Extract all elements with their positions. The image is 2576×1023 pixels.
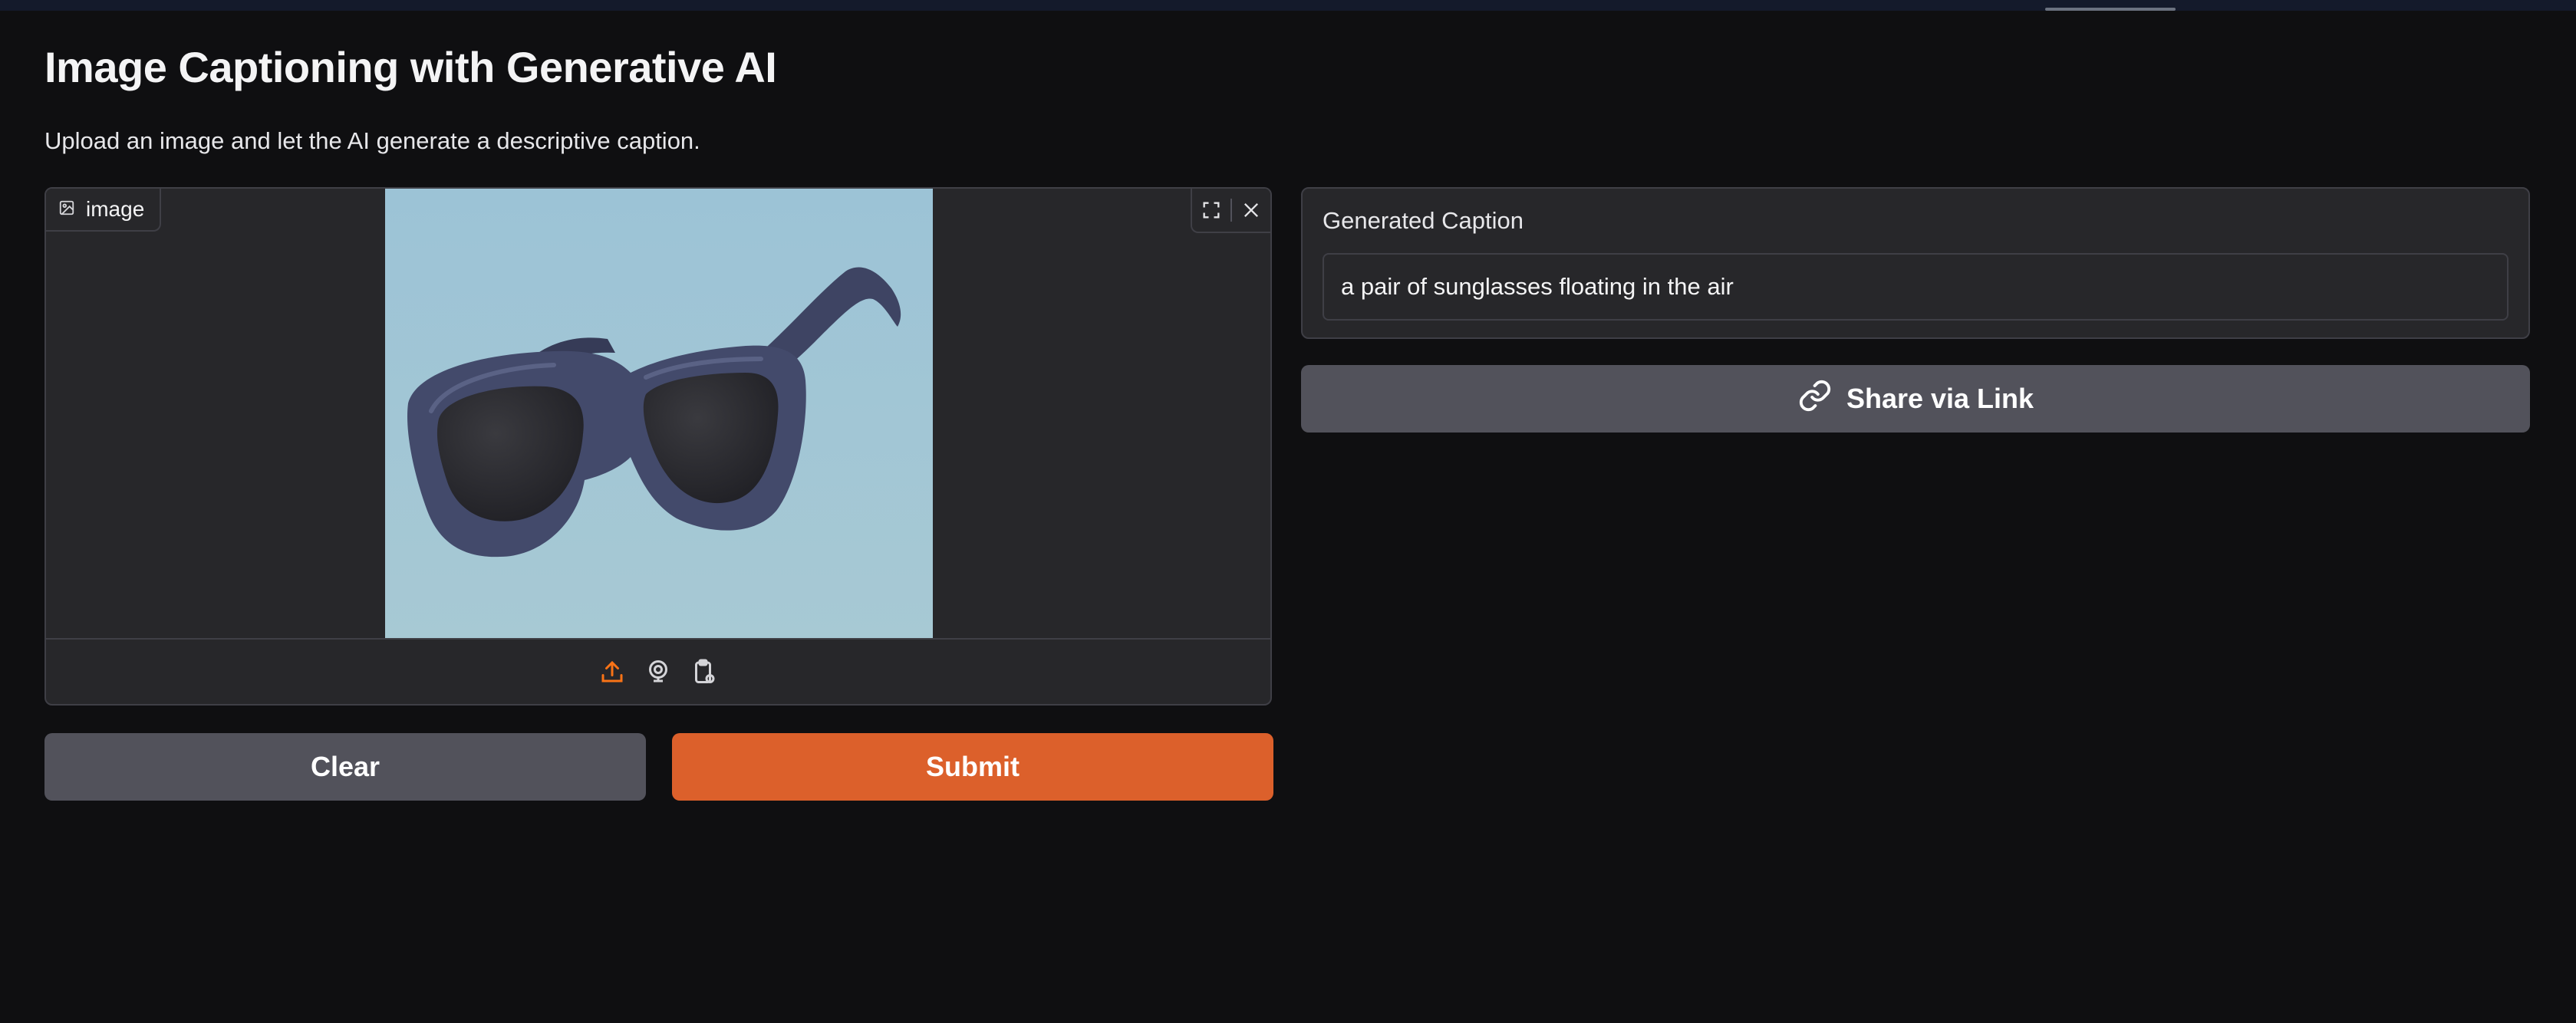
sunglasses-image — [385, 189, 933, 638]
close-icon[interactable] — [1232, 190, 1270, 230]
link-icon — [1797, 378, 1833, 420]
image-preview — [385, 189, 933, 638]
upload-icon[interactable] — [596, 656, 628, 688]
caption-output-field[interactable]: a pair of sunglasses floating in the air — [1323, 253, 2508, 321]
caption-output-panel: Generated Caption a pair of sunglasses f… — [1301, 187, 2530, 339]
page-title: Image Captioning with Generative AI — [44, 43, 777, 91]
clear-button[interactable]: Clear — [44, 733, 646, 801]
image-input-panel[interactable]: image — [44, 187, 1272, 706]
image-panel-actions — [1191, 189, 1270, 233]
submit-button[interactable]: Submit — [672, 733, 1273, 801]
image-icon — [58, 199, 75, 220]
fullscreen-icon[interactable] — [1192, 190, 1230, 230]
clipboard-icon[interactable] — [688, 656, 720, 688]
image-drop-area[interactable] — [46, 189, 1270, 638]
page-description: Upload an image and let the AI generate … — [44, 127, 700, 154]
top-bar — [0, 0, 2576, 11]
image-label-text: image — [86, 197, 145, 221]
tab-indicator — [2045, 8, 2176, 11]
share-via-link-button[interactable]: Share via Link — [1301, 365, 2530, 433]
share-button-label: Share via Link — [1846, 383, 2034, 414]
image-label: image — [46, 189, 162, 232]
caption-label: Generated Caption — [1323, 207, 1524, 234]
webcam-icon[interactable] — [642, 656, 674, 688]
image-source-bar — [46, 638, 1270, 704]
